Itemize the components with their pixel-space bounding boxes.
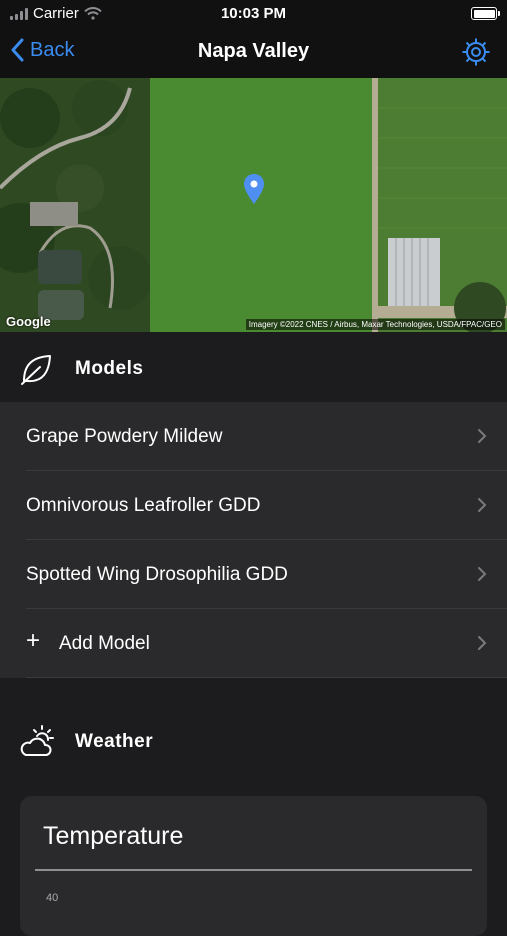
chevron-right-icon <box>478 429 487 443</box>
battery-icon <box>471 7 500 20</box>
settings-button[interactable] <box>461 37 491 72</box>
divider <box>35 869 472 871</box>
list-item[interactable]: Spotted Wing Drosophilia GDD <box>0 540 507 609</box>
location-pin-icon[interactable] <box>243 173 265 205</box>
models-section-header: Models <box>0 334 507 404</box>
leaf-icon <box>21 355 51 385</box>
add-model-button[interactable]: + Add Model <box>0 609 507 678</box>
page-title: Napa Valley <box>197 40 310 62</box>
list-item[interactable]: Grape Powdery Mildew <box>0 402 507 471</box>
chevron-right-icon <box>478 636 487 650</box>
google-logo: Google <box>6 314 51 329</box>
plus-icon: + <box>26 627 41 654</box>
add-model-label: Add Model <box>59 632 150 654</box>
status-time: 10:03 PM <box>220 5 287 22</box>
models-list: Grape Powdery Mildew Omnivorous Leafroll… <box>0 402 507 678</box>
temperature-title: Temperature <box>43 822 184 850</box>
gear-icon <box>462 38 490 66</box>
model-label: Omnivorous Leafroller GDD <box>26 494 261 516</box>
satellite-map[interactable]: Google Imagery ©2022 CNES / Airbus, Maxa… <box>0 78 507 332</box>
model-label: Grape Powdery Mildew <box>26 425 223 447</box>
navigation-bar: Back Napa Valley <box>0 28 507 78</box>
map-imagery <box>0 78 507 332</box>
divider <box>26 677 507 678</box>
status-bar: Carrier 10:03 PM <box>0 0 507 28</box>
partly-cloudy-icon <box>20 725 54 756</box>
models-title: Models <box>75 358 144 379</box>
model-label: Spotted Wing Drosophilia GDD <box>26 563 288 585</box>
map-attribution: Imagery ©2022 CNES / Airbus, Maxar Techn… <box>245 319 505 330</box>
list-item[interactable]: Omnivorous Leafroller GDD <box>0 471 507 540</box>
chevron-right-icon <box>478 567 487 581</box>
weather-title: Weather <box>75 731 154 752</box>
chart-tick-label: 40 <box>46 892 59 904</box>
chevron-right-icon <box>478 498 487 512</box>
weather-section-header: Weather <box>0 707 507 777</box>
temperature-card[interactable]: Temperature 40 <box>20 796 487 936</box>
